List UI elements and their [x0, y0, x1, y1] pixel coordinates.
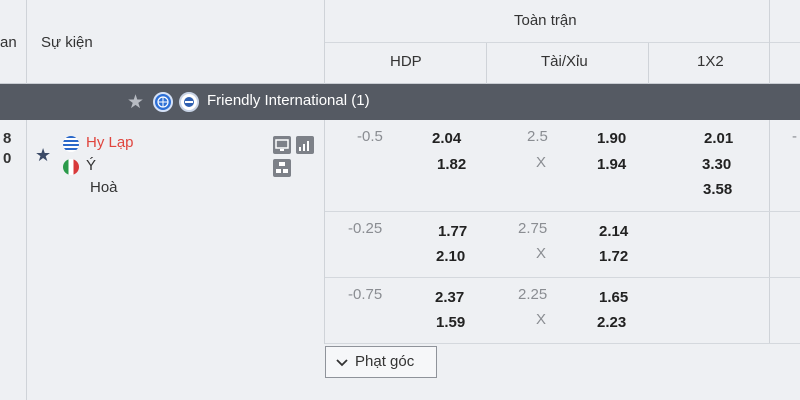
hdp-home-odd[interactable]: 2.37	[435, 289, 464, 306]
1x2-home-odd[interactable]: 2.01	[704, 130, 733, 147]
col-divider	[26, 120, 27, 400]
ou-over-odd[interactable]: 1.65	[599, 289, 628, 306]
hdp-home-odd[interactable]: 1.77	[438, 223, 467, 240]
col-divider	[26, 0, 27, 84]
fifa-logo-icon	[179, 92, 199, 112]
row-divider	[325, 211, 800, 212]
italy-flag-icon	[63, 159, 79, 175]
ou-under-odd[interactable]: 1.94	[597, 156, 626, 173]
hdp-line: -0.75	[348, 286, 383, 303]
league-row[interactable]: ★ Friendly International (1)	[0, 84, 800, 120]
1x2-away-odd[interactable]: 3.30	[702, 156, 731, 173]
match-favorite-star-icon[interactable]: ★	[35, 145, 51, 166]
ou-line: 2.75	[518, 220, 548, 237]
ou-over-odd[interactable]: 1.90	[597, 130, 626, 147]
ou-under-odd[interactable]: 2.23	[597, 314, 626, 331]
ou-under-odd[interactable]: 1.72	[599, 248, 628, 265]
greece-flag-icon	[63, 136, 79, 152]
ou-line: 2.5	[527, 128, 548, 145]
col-header-hdp[interactable]: HDP	[390, 53, 422, 70]
col-header-event: Sự kiện	[41, 34, 93, 51]
col-divider	[324, 120, 325, 344]
header-divider	[325, 42, 800, 43]
stats-bars-icon[interactable]	[296, 136, 314, 154]
col-divider	[769, 120, 770, 344]
hdp-line: -0.25	[348, 220, 383, 237]
col-divider	[486, 43, 487, 84]
col-divider	[324, 0, 325, 84]
live-tv-icon[interactable]	[273, 136, 291, 154]
match-time: 0	[3, 150, 12, 167]
ou-x: X	[536, 245, 547, 262]
col-header-time: an	[0, 34, 17, 51]
globe-icon	[153, 92, 173, 112]
corner-kicks-button[interactable]: Phạt góc	[325, 346, 437, 378]
row-divider	[325, 277, 800, 278]
hdp-home-odd[interactable]: 2.04	[432, 130, 461, 147]
row-divider	[325, 343, 800, 344]
lineup-icon[interactable]	[273, 159, 291, 177]
ou-x: X	[536, 311, 547, 328]
1x2-draw-odd[interactable]: 3.58	[703, 181, 732, 198]
chevron-down-icon	[336, 359, 348, 367]
hdp-away-odd[interactable]: 1.59	[436, 314, 465, 331]
next-column-partial: -	[792, 128, 797, 145]
ou-x: X	[536, 154, 547, 171]
hdp-away-odd[interactable]: 1.82	[437, 156, 466, 173]
draw-label: Hoà	[90, 179, 118, 196]
hdp-line: -0.5	[357, 128, 383, 145]
col-header-1x2[interactable]: 1X2	[697, 53, 724, 70]
home-team-name[interactable]: Hy Lạp	[86, 134, 134, 151]
favorite-star-icon[interactable]: ★	[127, 91, 144, 114]
ou-over-odd[interactable]: 2.14	[599, 223, 628, 240]
league-name[interactable]: Friendly International (1)	[207, 92, 370, 109]
corner-kicks-label: Phạt góc	[355, 353, 415, 370]
col-header-full-match: Toàn trận	[514, 12, 577, 29]
hdp-away-odd[interactable]: 2.10	[436, 248, 465, 265]
ou-line: 2.25	[518, 286, 548, 303]
col-divider	[769, 0, 770, 84]
match-time: 8	[3, 130, 12, 147]
col-divider	[648, 43, 649, 84]
away-team-name[interactable]: Ý	[86, 157, 96, 174]
col-header-over-under[interactable]: Tài/Xỉu	[541, 53, 588, 70]
